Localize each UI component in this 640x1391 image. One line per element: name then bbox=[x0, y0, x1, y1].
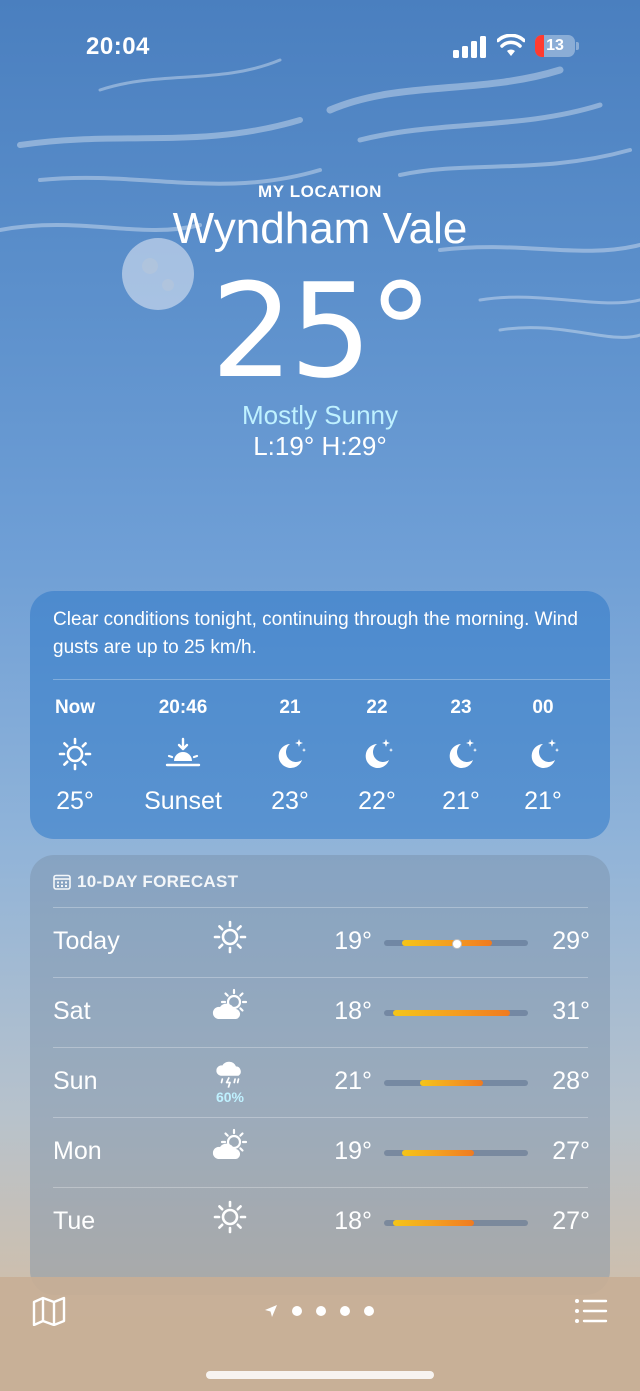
temperature-range-bar bbox=[384, 1010, 528, 1016]
sun-icon bbox=[213, 920, 247, 954]
map-icon[interactable] bbox=[32, 1296, 66, 1326]
precip-chance: 60% bbox=[215, 1089, 245, 1105]
forecast-row[interactable]: Mon 19° 27° bbox=[30, 1117, 610, 1187]
hourly-item: 20:46 Sunset bbox=[133, 697, 233, 816]
sun-icon bbox=[58, 737, 92, 771]
low-temp: 19° bbox=[334, 927, 372, 955]
city-name: Wyndham Vale bbox=[172, 204, 468, 253]
high-temp: 27° bbox=[552, 1207, 590, 1235]
page-dot[interactable] bbox=[340, 1306, 350, 1316]
home-indicator bbox=[206, 1371, 434, 1379]
low-temp: 21° bbox=[334, 1067, 372, 1095]
page-dot[interactable] bbox=[292, 1306, 302, 1316]
hour-value: Sunset bbox=[144, 787, 222, 815]
divider bbox=[53, 907, 588, 908]
moon-stars-icon bbox=[449, 739, 477, 768]
low-temp: 18° bbox=[334, 1207, 372, 1235]
partly-cloudy-icon bbox=[212, 988, 248, 1019]
forecast-row[interactable]: Sat 18° 31° bbox=[30, 977, 610, 1047]
ten-day-forecast-card[interactable]: 10-DAY FORECAST Today 19° 29° Sat 18° 31… bbox=[30, 855, 610, 1295]
divider bbox=[53, 1047, 588, 1048]
hour-label: Now bbox=[54, 697, 96, 718]
temperature-range-bar bbox=[384, 1080, 528, 1086]
moon-stars-icon bbox=[531, 739, 559, 768]
high-temp: 31° bbox=[552, 997, 590, 1025]
hourly-item: 21 23° bbox=[240, 697, 340, 816]
wifi-icon bbox=[497, 34, 525, 56]
page-dot[interactable] bbox=[316, 1306, 326, 1316]
current-temperature: 25° bbox=[210, 255, 433, 407]
moon-stars-icon bbox=[278, 739, 306, 768]
day-label: Sat bbox=[53, 997, 91, 1025]
day-label: Today bbox=[53, 927, 120, 955]
forecast-summary: Clear conditions tonight, continuing thr… bbox=[53, 609, 578, 658]
partly-cloudy-icon bbox=[212, 1128, 248, 1159]
divider bbox=[53, 977, 588, 978]
temperature-range-fill bbox=[393, 1220, 474, 1226]
location-label: MY LOCATION bbox=[257, 182, 383, 201]
low-temp: 19° bbox=[334, 1137, 372, 1165]
temperature-range-bar bbox=[384, 1220, 528, 1226]
divider bbox=[53, 1117, 588, 1118]
forecast-title: 10-DAY FORECAST bbox=[77, 872, 239, 891]
battery-icon: 13 bbox=[535, 35, 579, 57]
sun-icon bbox=[213, 1200, 247, 1234]
current-condition: Mostly Sunny bbox=[241, 400, 399, 430]
temperature-range-fill bbox=[402, 940, 492, 946]
page-indicator[interactable] bbox=[264, 1300, 374, 1322]
temperature-range-fill bbox=[393, 1010, 510, 1016]
calendar-icon bbox=[53, 874, 71, 890]
temperature-range-bar bbox=[384, 939, 528, 949]
high-temp: 28° bbox=[552, 1067, 590, 1095]
forecast-row[interactable]: Sun 60% 21° 28° bbox=[30, 1047, 610, 1117]
temperature-range-bar bbox=[384, 1150, 528, 1156]
moon-stars-icon bbox=[365, 739, 393, 768]
forecast-row[interactable]: Today 19° 29° bbox=[30, 907, 610, 977]
day-label: Sun bbox=[53, 1067, 98, 1095]
hour-label: 21 bbox=[279, 697, 301, 718]
hour-label: 20:46 bbox=[158, 697, 208, 718]
thunderstorm-rain-icon bbox=[216, 1061, 241, 1088]
divider bbox=[53, 679, 610, 680]
list-icon[interactable] bbox=[574, 1297, 608, 1325]
hour-value: 25° bbox=[56, 787, 94, 815]
high-temp: 29° bbox=[552, 927, 590, 955]
divider bbox=[53, 1187, 588, 1188]
forecast-header: 10-DAY FORECAST bbox=[53, 872, 238, 892]
battery-level: 13 bbox=[546, 37, 564, 54]
hourly-forecast-card[interactable]: Clear conditions tonight, continuing thr… bbox=[30, 591, 610, 839]
day-label: Tue bbox=[53, 1207, 96, 1235]
hourly-item: Now 25° bbox=[25, 697, 125, 816]
hour-value: 23° bbox=[271, 787, 309, 815]
hour-value: 21° bbox=[524, 787, 562, 815]
page-dot[interactable] bbox=[364, 1306, 374, 1316]
day-label: Mon bbox=[53, 1137, 102, 1165]
bottom-toolbar bbox=[0, 1277, 640, 1391]
cellular-signal-icon bbox=[453, 36, 486, 58]
temperature-range-fill bbox=[402, 1150, 474, 1156]
high-low: L:19° H:29° bbox=[253, 431, 387, 461]
forecast-row[interactable]: Tue 18° 27° bbox=[30, 1187, 610, 1257]
sunset-icon bbox=[165, 737, 201, 767]
location-arrow-icon bbox=[265, 1305, 277, 1317]
hourly-item: 00 21° bbox=[493, 697, 593, 816]
low-temp: 18° bbox=[334, 997, 372, 1025]
status-bar: 20:04 13 bbox=[0, 0, 640, 90]
status-time: 20:04 bbox=[86, 33, 150, 60]
temperature-range-fill bbox=[420, 1080, 483, 1086]
high-temp: 27° bbox=[552, 1137, 590, 1165]
hour-label: 00 bbox=[532, 697, 554, 718]
current-temp-marker bbox=[452, 939, 462, 949]
